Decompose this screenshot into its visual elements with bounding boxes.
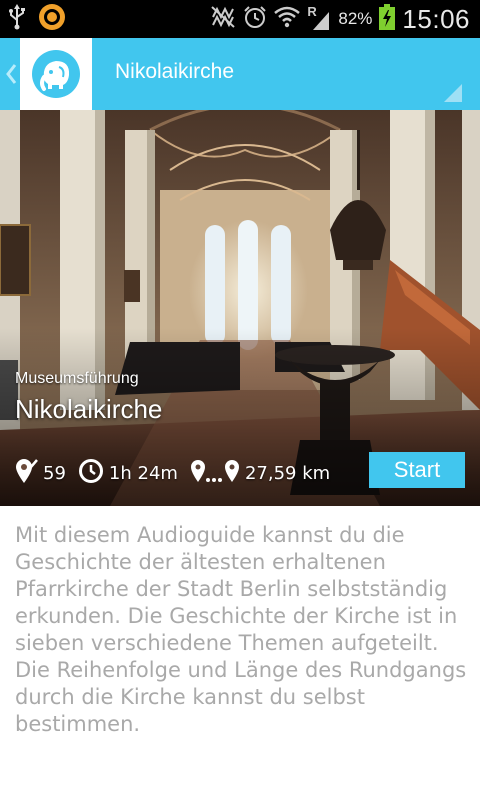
stops-count: 59 <box>43 462 66 484</box>
route-distance-icon <box>190 458 245 489</box>
app-logo[interactable] <box>20 38 92 110</box>
duration-value: 1h 24m <box>108 462 178 484</box>
battery-charging-icon <box>379 4 396 34</box>
tour-type-label: Museumsführung <box>15 370 139 387</box>
distance-value: 27,59 km <box>244 462 331 484</box>
app-notification-icon <box>38 3 66 35</box>
battery-percent: 82% <box>338 9 373 28</box>
wifi-icon <box>274 6 301 32</box>
app-bar: Nikolaikirche <box>0 38 480 110</box>
church-interior-image <box>0 110 480 506</box>
back-chevron-icon[interactable] <box>4 62 18 86</box>
status-bar: R 82% 15:06 <box>0 0 480 38</box>
stops-stat: 59 <box>14 458 66 489</box>
tour-title: Nikolaikirche <box>15 394 163 424</box>
signal-icon: R <box>307 4 331 32</box>
distance-stat: 27,59 km <box>190 458 330 489</box>
tour-description: Mit diesem Audioguide kannst du die Gesc… <box>15 523 467 736</box>
tour-stats: 59 1h 24m 27,59 km <box>14 458 342 488</box>
alarm-icon <box>243 5 267 33</box>
elephant-logo-icon <box>32 50 80 98</box>
usb-icon <box>8 4 26 34</box>
hero-image: Museumsführung Nikolaikirche 59 1h 24m 2… <box>0 110 480 506</box>
clock: 15:06 <box>402 3 470 34</box>
start-button[interactable]: Start <box>369 452 465 488</box>
app-bar-title: Nikolaikirche <box>115 60 235 83</box>
mute-icon <box>210 5 236 33</box>
clock-icon <box>78 458 109 489</box>
map-pin-check-icon <box>14 458 43 489</box>
dropdown-corner-icon[interactable] <box>444 84 462 102</box>
duration-stat: 1h 24m <box>78 458 178 489</box>
